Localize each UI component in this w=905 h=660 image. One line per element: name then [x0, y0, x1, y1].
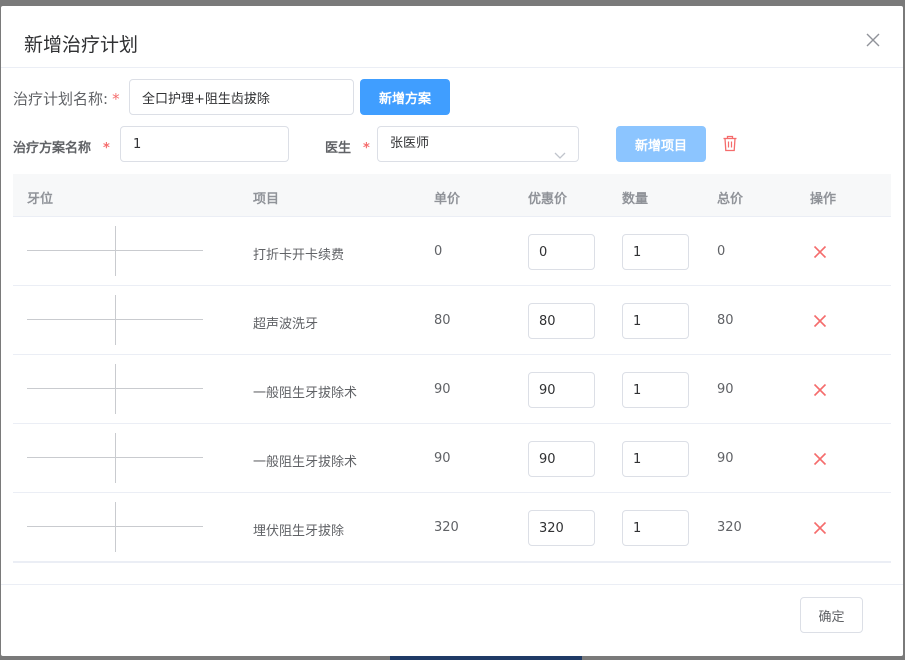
header-actions: 操作 [810, 192, 837, 207]
delete-row-icon[interactable] [813, 520, 827, 539]
unit-price: 90 [434, 382, 451, 397]
item-name: 一般阻生牙拔除术 [253, 386, 358, 401]
trash-icon[interactable] [722, 135, 738, 156]
table-row: 打折卡开卡续费 0 0 [13, 217, 891, 286]
dialog-header: 新增治疗计划 [1, 6, 903, 68]
table-bottom-border [13, 562, 891, 564]
header-unit-price: 单价 [434, 192, 461, 207]
close-icon[interactable] [865, 32, 881, 48]
item-name: 一般阻生牙拔除术 [253, 455, 358, 470]
doctor-selected-value: 张医师 [390, 136, 430, 151]
table-row: 一般阻生牙拔除术 90 90 [13, 424, 891, 493]
plan-name-input[interactable] [129, 79, 354, 115]
delete-row-icon[interactable] [813, 313, 827, 332]
discount-price-input[interactable] [528, 234, 595, 270]
total-price: 90 [717, 382, 734, 397]
delete-row-icon[interactable] [813, 382, 827, 401]
add-plan-button[interactable]: 新增方案 [360, 79, 450, 115]
item-name: 打折卡开卡续费 [253, 248, 345, 263]
doctor-label: 医生 * [325, 141, 370, 156]
discount-price-input[interactable] [528, 510, 595, 546]
footer-divider [1, 584, 903, 585]
table-row: 埋伏阻生牙拔除 320 320 [13, 493, 891, 562]
header-discount-price: 优惠价 [528, 192, 568, 207]
total-price: 90 [717, 451, 734, 466]
plan-name-label: 治疗计划名称: * [13, 90, 120, 108]
unit-price: 320 [434, 520, 459, 535]
discount-price-input[interactable] [528, 372, 595, 408]
quantity-input[interactable] [622, 441, 689, 477]
quantity-input[interactable] [622, 510, 689, 546]
plan-name-row: 治疗计划名称:* 新增方案 [13, 79, 893, 115]
add-item-button[interactable]: 新增项目 [616, 126, 706, 162]
dialog-title: 新增治疗计划 [24, 34, 139, 56]
total-price: 0 [717, 244, 726, 259]
quantity-input[interactable] [622, 372, 689, 408]
unit-price: 80 [434, 313, 451, 328]
tooth-position-chart[interactable] [27, 364, 203, 414]
header-item: 项目 [253, 192, 280, 207]
required-mark: * [112, 90, 120, 108]
header-tooth-position: 牙位 [27, 192, 54, 207]
treatment-items-table: 牙位 项目 单价 优惠价 数量 总价 操作 打折卡开卡续费 0 0 超声波洗牙 … [13, 174, 891, 564]
table-row: 超声波洗牙 80 80 [13, 286, 891, 355]
header-total: 总价 [717, 192, 744, 207]
required-mark: * [103, 141, 110, 156]
tooth-position-chart[interactable] [27, 226, 203, 276]
table-row: 一般阻生牙拔除术 90 90 [13, 355, 891, 424]
item-name: 埋伏阻生牙拔除 [253, 524, 345, 539]
scheme-name-input[interactable] [120, 126, 289, 162]
tooth-position-chart[interactable] [27, 295, 203, 345]
total-price: 80 [717, 313, 734, 328]
tooth-position-chart[interactable] [27, 433, 203, 483]
scheme-name-label: 治疗方案名称 * [13, 141, 110, 156]
unit-price: 0 [434, 244, 443, 259]
new-treatment-plan-dialog: 新增治疗计划 治疗计划名称:* 新增方案 治疗方案名称* 医生* 张医师 新增项… [1, 6, 903, 656]
delete-row-icon[interactable] [813, 244, 827, 263]
discount-price-input[interactable] [528, 303, 595, 339]
background-page-strip [390, 656, 582, 660]
confirm-button[interactable]: 确定 [800, 597, 863, 633]
quantity-input[interactable] [622, 303, 689, 339]
table-header: 牙位 项目 单价 优惠价 数量 总价 操作 [13, 174, 891, 217]
chevron-down-icon [554, 140, 566, 174]
total-price: 320 [717, 520, 742, 535]
discount-price-input[interactable] [528, 441, 595, 477]
required-mark: * [363, 141, 370, 156]
doctor-select[interactable]: 张医师 [377, 126, 579, 162]
quantity-input[interactable] [622, 234, 689, 270]
header-quantity: 数量 [622, 192, 649, 207]
item-name: 超声波洗牙 [253, 317, 319, 332]
unit-price: 90 [434, 451, 451, 466]
tooth-position-chart[interactable] [27, 502, 203, 552]
delete-row-icon[interactable] [813, 451, 827, 470]
scheme-row: 治疗方案名称* 医生* 张医师 新增项目 [13, 126, 893, 162]
